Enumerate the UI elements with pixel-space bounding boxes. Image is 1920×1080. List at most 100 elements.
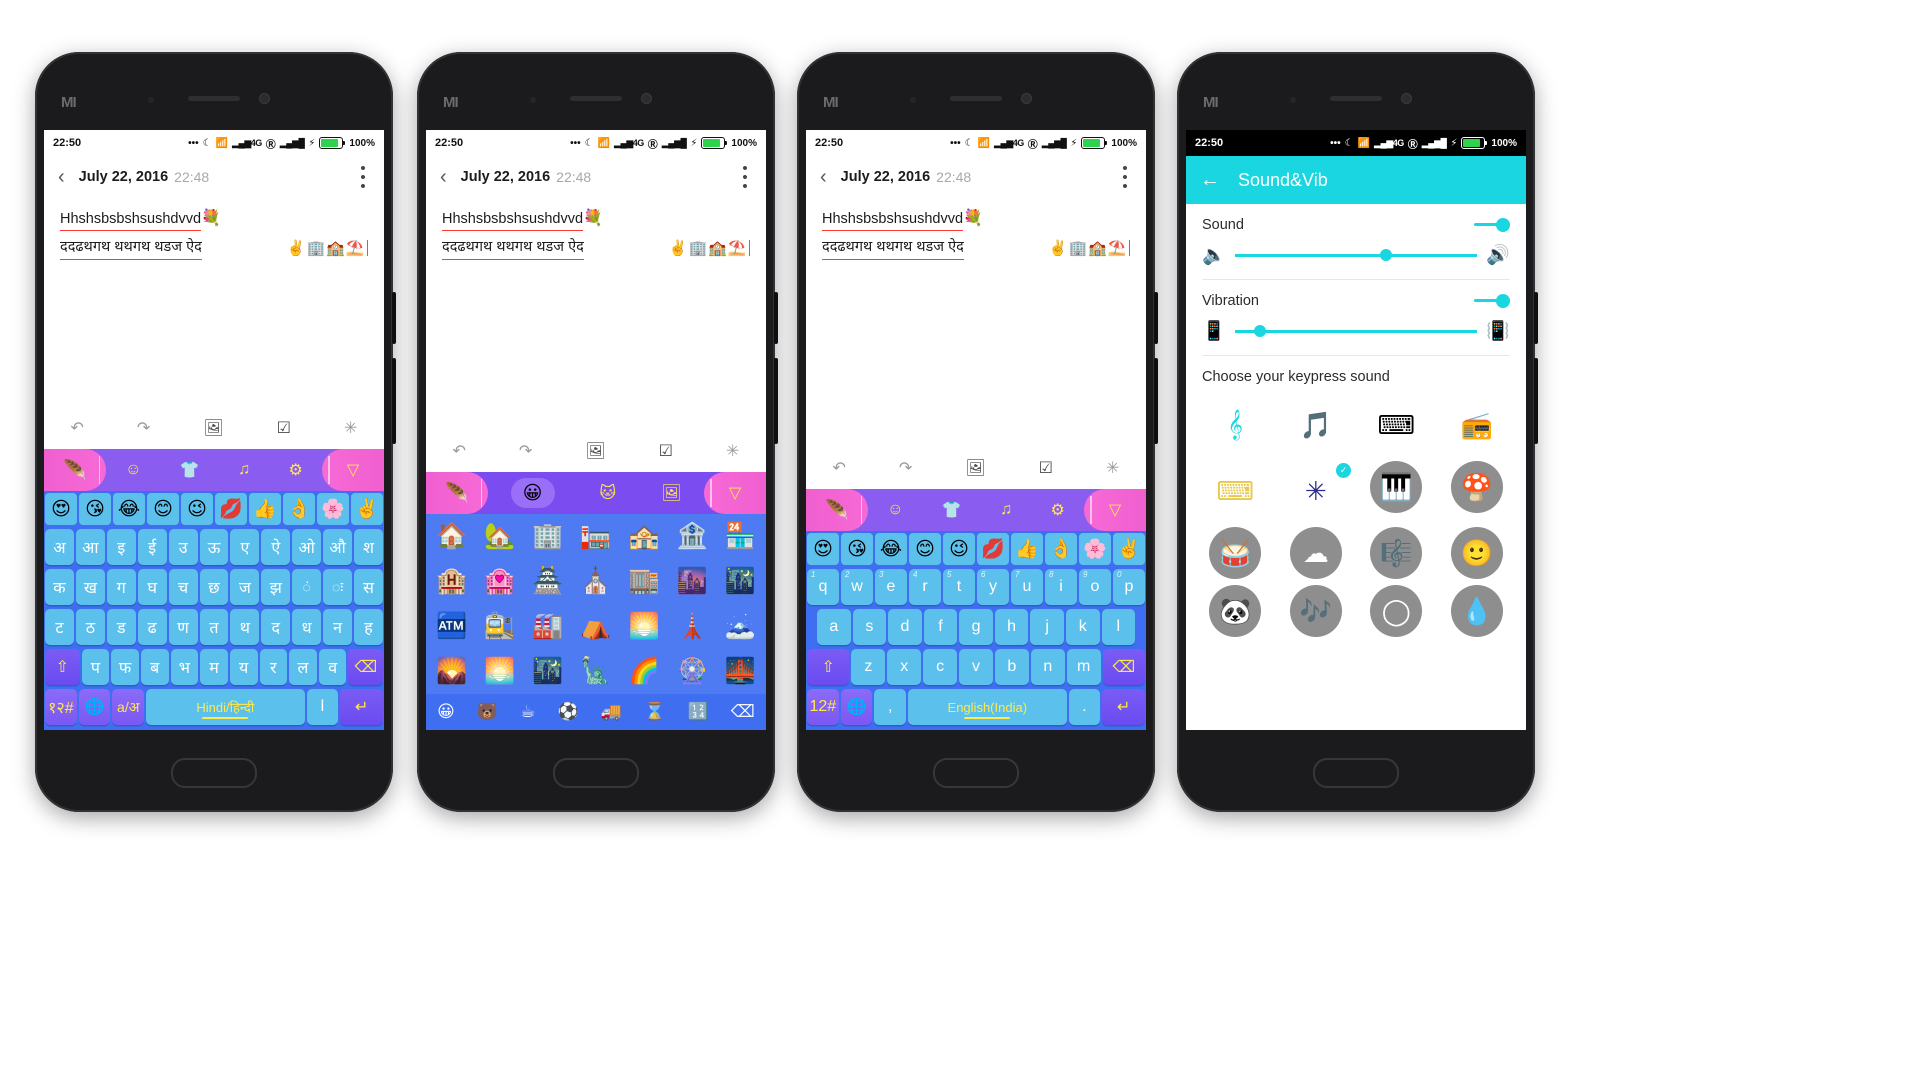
key[interactable]: ध [292, 609, 322, 645]
undo-icon[interactable]: ↶ [833, 458, 846, 478]
sticker-tshirt-tab[interactable]: 🐱 [600, 483, 617, 503]
key-a[interactable]: a [817, 609, 851, 645]
home-button[interactable] [933, 758, 1019, 788]
key[interactable]: ल [289, 649, 317, 685]
sticker-tshirt-tab[interactable]: 👕 [942, 500, 962, 520]
panda-sound[interactable]: 🐼 [1209, 585, 1262, 637]
sound-toggle[interactable] [1470, 216, 1510, 234]
emoji-cell[interactable]: 🏤 [622, 517, 667, 556]
theme-feather-tab[interactable]: 🪶 [426, 472, 488, 514]
key[interactable]: क [45, 569, 74, 605]
vibration-toggle[interactable] [1470, 292, 1510, 310]
collapse-keyboard-tab[interactable]: ▽ [1084, 489, 1146, 531]
key[interactable]: ह [354, 609, 383, 645]
emoji-key[interactable]: 😂 [875, 533, 907, 565]
note-body[interactable]: Hhshsbsbshsushdvvd💐 ददढथगथ थथगथ थडज ऐद ✌… [426, 198, 766, 260]
sparkle-sound[interactable]: ✳ ✓ [1279, 461, 1354, 521]
sticker-tshirt-tab[interactable]: 👕 [180, 460, 200, 480]
key-z[interactable]: z [851, 649, 886, 685]
key-s[interactable]: s [852, 609, 887, 645]
language-switch-key[interactable]: a/अ [112, 689, 145, 725]
key[interactable]: म [200, 649, 228, 685]
emoji-key[interactable]: 😊 [909, 533, 941, 565]
emoji-key[interactable]: 😘 [841, 533, 873, 565]
enter-key[interactable]: ↵ [340, 689, 383, 725]
key[interactable]: ं [292, 569, 322, 605]
music-note-sound[interactable]: 🎵 [1279, 395, 1354, 455]
key-y[interactable]: 6y [977, 569, 1009, 605]
emoji-cell[interactable]: ⛪ [573, 562, 618, 601]
emoji-cell[interactable]: 🌃 [718, 562, 763, 601]
key[interactable]: ऊ [199, 529, 229, 565]
key[interactable]: श [354, 529, 383, 565]
key-m[interactable]: m [1066, 649, 1101, 685]
music-note-tab[interactable]: ♫ [238, 461, 250, 479]
key-p[interactable]: 0p [1113, 569, 1145, 605]
globe-icon[interactable]: 🌐 [78, 689, 111, 725]
globe-icon[interactable]: 🌐 [840, 689, 873, 725]
emoji-key[interactable]: 😉 [943, 533, 975, 565]
emoji-cell[interactable]: 🏧 [429, 607, 474, 646]
emoji-backspace[interactable]: ⌫ [731, 702, 755, 722]
emoji-cell[interactable]: 🏯 [525, 562, 570, 601]
power-button[interactable] [392, 358, 396, 444]
shift-key[interactable]: ⇧ [807, 649, 850, 685]
emoji-key[interactable]: 🌸 [1079, 533, 1111, 565]
key[interactable]: अ [45, 529, 74, 565]
backspace-key[interactable]: ⌫ [348, 649, 384, 685]
key-x[interactable]: x [887, 649, 922, 685]
emoji-key[interactable]: 😘 [79, 493, 111, 525]
sparkle-icon[interactable]: ✳ [726, 441, 739, 461]
emoji-key[interactable]: 😍 [45, 493, 77, 525]
notes-sound[interactable]: 🎶 [1289, 585, 1342, 637]
volume-button[interactable] [774, 292, 778, 344]
emoji-key[interactable]: 👍 [249, 493, 281, 525]
emoji-cell[interactable]: 🌈 [622, 652, 667, 691]
treble-clef-sound[interactable]: 𝄞 [1198, 395, 1273, 455]
checklist-icon[interactable]: ☑ [1039, 458, 1053, 478]
cloud-sound[interactable]: ☁ [1289, 527, 1342, 579]
music-note-tab[interactable]: ♫ [1000, 501, 1012, 519]
overflow-menu-icon[interactable]: • • • [1118, 161, 1132, 194]
redo-icon[interactable]: ↷ [519, 441, 532, 461]
key[interactable]: त [199, 609, 229, 645]
key[interactable]: आ [75, 529, 105, 565]
emoji-cell[interactable]: 🏦 [670, 517, 715, 556]
emoji-category[interactable]: ⌛ [644, 702, 665, 722]
emoji-cell[interactable]: 🏣 [573, 517, 618, 556]
home-button[interactable] [1313, 758, 1399, 788]
emoji-cell[interactable]: 🌅 [477, 652, 522, 691]
period-key[interactable]: l [306, 689, 339, 725]
key-h[interactable]: h [994, 609, 1029, 645]
key-f[interactable]: f [923, 609, 958, 645]
theme-feather-tab[interactable]: 🪶 [806, 489, 868, 531]
emoji-cell[interactable]: 🌆 [670, 562, 715, 601]
emoji-key[interactable]: 👍 [1011, 533, 1043, 565]
key[interactable]: ढ [137, 609, 167, 645]
gramophone-sound[interactable]: 📻 [1440, 395, 1515, 455]
key[interactable]: ई [137, 529, 167, 565]
key[interactable]: ख [75, 569, 105, 605]
emoji-category[interactable]: 🔢 [687, 702, 708, 722]
vibration-slider[interactable] [1234, 323, 1478, 339]
note-body[interactable]: Hhshsbsbshsushdvvd💐 ददढथगथ थथगथ थडज ऐद ✌… [44, 198, 384, 260]
key[interactable]: औ [323, 529, 353, 565]
key-l[interactable]: l [1101, 609, 1136, 645]
emoji-key[interactable]: 👌 [1045, 533, 1077, 565]
checklist-icon[interactable]: ☑ [277, 418, 291, 438]
key-u[interactable]: 7u [1011, 569, 1043, 605]
key-o[interactable]: 9o [1079, 569, 1111, 605]
keyboard-sound[interactable]: ⌨ [1198, 461, 1273, 521]
insert-image-icon[interactable]: 🖼 [203, 418, 223, 438]
emoji-cell[interactable]: 🌅 [622, 607, 667, 646]
key-n[interactable]: n [1030, 649, 1065, 685]
emoji-key[interactable]: 💋 [215, 493, 247, 525]
sound-volume-slider[interactable] [1234, 247, 1478, 263]
undo-icon[interactable]: ↶ [453, 441, 466, 461]
volume-button[interactable] [392, 292, 396, 344]
bubble-sound[interactable]: ◯ [1370, 585, 1423, 637]
emoji-key[interactable]: 👌 [283, 493, 315, 525]
numbers-key[interactable]: 12# [807, 689, 839, 725]
back-chevron-icon[interactable]: ‹ [820, 167, 827, 187]
key[interactable]: ज [230, 569, 260, 605]
